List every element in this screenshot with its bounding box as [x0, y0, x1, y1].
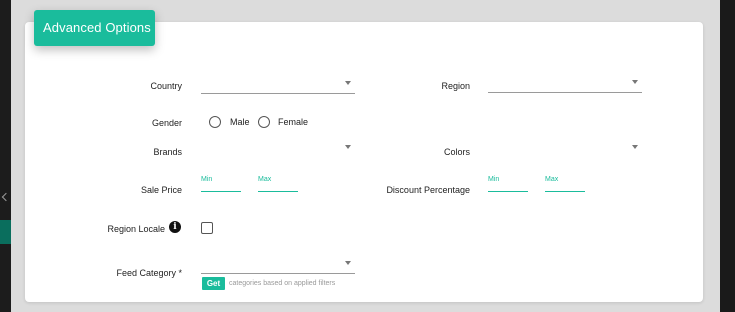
sale-price-label: Sale Price	[140, 185, 182, 195]
advanced-options-card	[25, 22, 703, 302]
feed-category-hint: categories based on applied filters	[229, 280, 336, 287]
colors-select[interactable]	[488, 143, 642, 157]
country-select[interactable]	[201, 79, 355, 94]
chevron-down-icon	[345, 145, 351, 149]
discount-min-placeholder: Min	[488, 176, 500, 183]
brands-label: Brands	[153, 147, 182, 157]
gender-label: Gender	[151, 118, 182, 128]
region-locale-checkbox[interactable]	[201, 222, 213, 234]
chevron-down-icon	[632, 80, 638, 84]
discount-max-input[interactable]: Max	[545, 176, 585, 192]
feed-category-select[interactable]	[201, 259, 355, 274]
gender-male-radio[interactable]	[209, 116, 221, 128]
gender-female-label: Female	[278, 117, 309, 127]
country-label: Country	[150, 81, 182, 91]
background-left	[0, 0, 11, 312]
chevron-down-icon	[345, 261, 351, 265]
info-icon[interactable]: i	[169, 221, 181, 233]
discount-max-placeholder: Max	[545, 176, 559, 183]
chevron-down-icon	[632, 145, 638, 149]
discount-min-input[interactable]: Min	[488, 176, 528, 192]
sale-price-min-placeholder: Min	[201, 176, 213, 183]
gender-male-label: Male	[230, 117, 250, 127]
region-select[interactable]	[488, 78, 642, 93]
region-label: Region	[441, 81, 470, 91]
sale-price-min-input[interactable]: Min	[201, 176, 241, 192]
chevron-down-icon	[345, 81, 351, 85]
colors-label: Colors	[443, 147, 470, 157]
feed-category-label: Feed Category *	[116, 268, 182, 278]
background-left-accent	[0, 220, 11, 244]
get-categories-button[interactable]: Get	[202, 277, 225, 290]
advanced-options-header: Advanced Options	[34, 10, 155, 46]
discount-percentage-label: Discount Percentage	[386, 185, 470, 195]
brands-select[interactable]	[201, 143, 355, 157]
sale-price-max-input[interactable]: Max	[258, 176, 298, 192]
background-right	[720, 0, 735, 312]
region-locale-label: Region Locale	[107, 224, 165, 234]
sale-price-max-placeholder: Max	[258, 176, 272, 183]
gender-female-radio[interactable]	[258, 116, 270, 128]
